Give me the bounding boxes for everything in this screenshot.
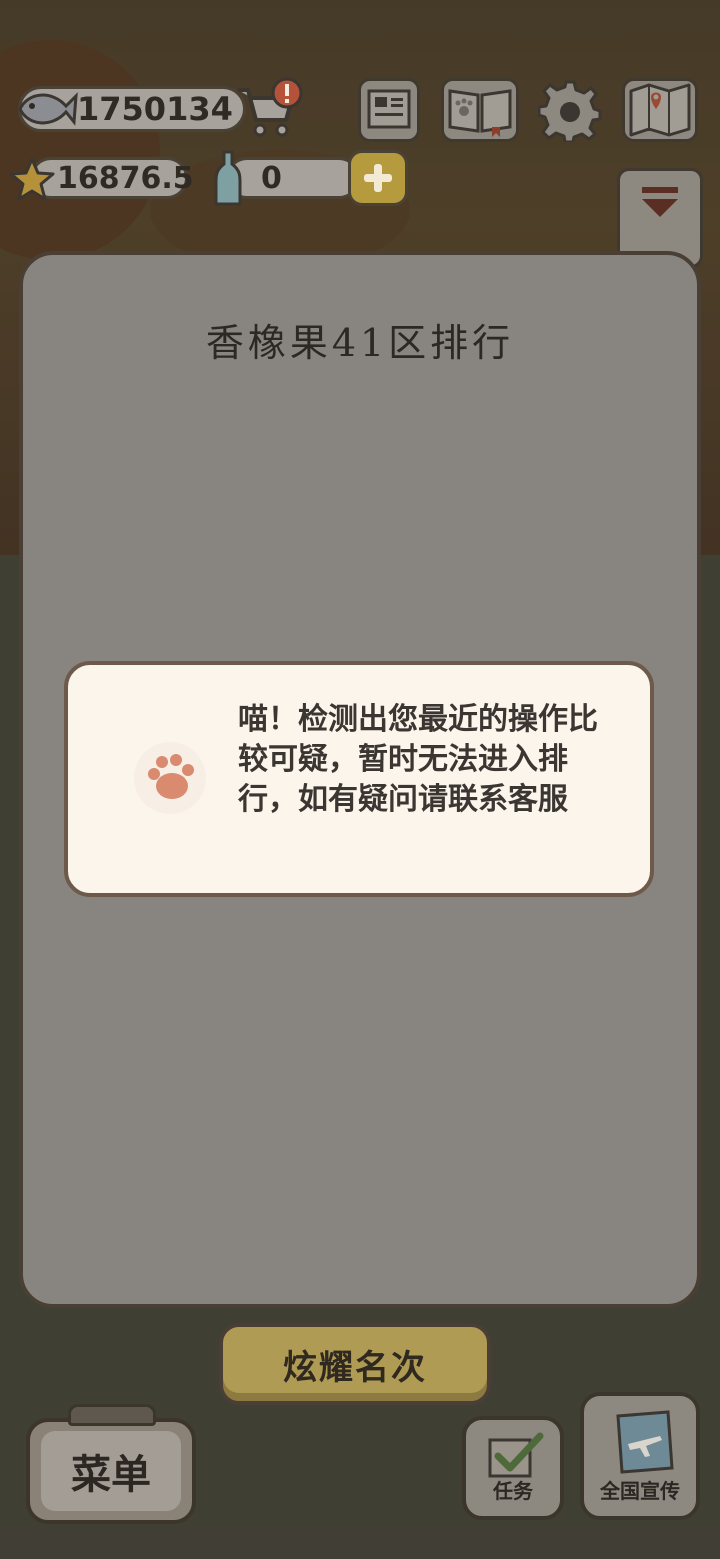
settings-gear-icon[interactable] [538,78,602,142]
plus-icon [364,164,392,192]
toast-message: 喵！检测出您最近的操作比较可疑，暂时无法进入排行，如有疑问请联系客服 [238,702,598,817]
ranking-title: 香橡果41区排行 [205,321,515,365]
clipboard-clip-icon [68,1404,156,1426]
news-button[interactable] [358,78,420,142]
newspaper-icon [367,89,411,129]
menu-button[interactable]: 菜单 [26,1418,196,1524]
map-icon [629,83,691,137]
paw-icon [148,754,194,799]
alert-badge-icon [271,77,303,109]
tasks-label: 任务 [493,1479,533,1503]
map-button[interactable] [622,78,698,142]
tasks-button[interactable]: 任务 [462,1416,564,1520]
toast-icon-badge [134,742,206,814]
national-promo-button[interactable]: 全国宣传 [580,1392,700,1520]
chevron-down-icon [642,187,678,217]
fish-icon [18,92,78,126]
bottle-count: 0 [261,160,282,196]
game-screen: 1750134 16876.5 0 香橡果41区排行 喵！检测出您最近的操作比较… [0,0,720,1559]
paw-book-icon [448,89,512,137]
promo-label: 全国宣传 [600,1479,680,1503]
airplane-poster-icon [616,1410,674,1474]
add-bottle-button[interactable] [348,150,408,206]
star-icon [9,157,55,201]
bottle-icon [214,150,242,206]
star-count: 16876.5 [57,160,194,196]
fish-count: 1750134 [77,90,233,128]
menu-label: 菜单 [41,1431,181,1511]
bottle-counter: 0 [226,157,360,199]
brag-rank-button[interactable]: 炫耀名次 [219,1323,491,1405]
cat-book-button[interactable] [441,78,519,142]
